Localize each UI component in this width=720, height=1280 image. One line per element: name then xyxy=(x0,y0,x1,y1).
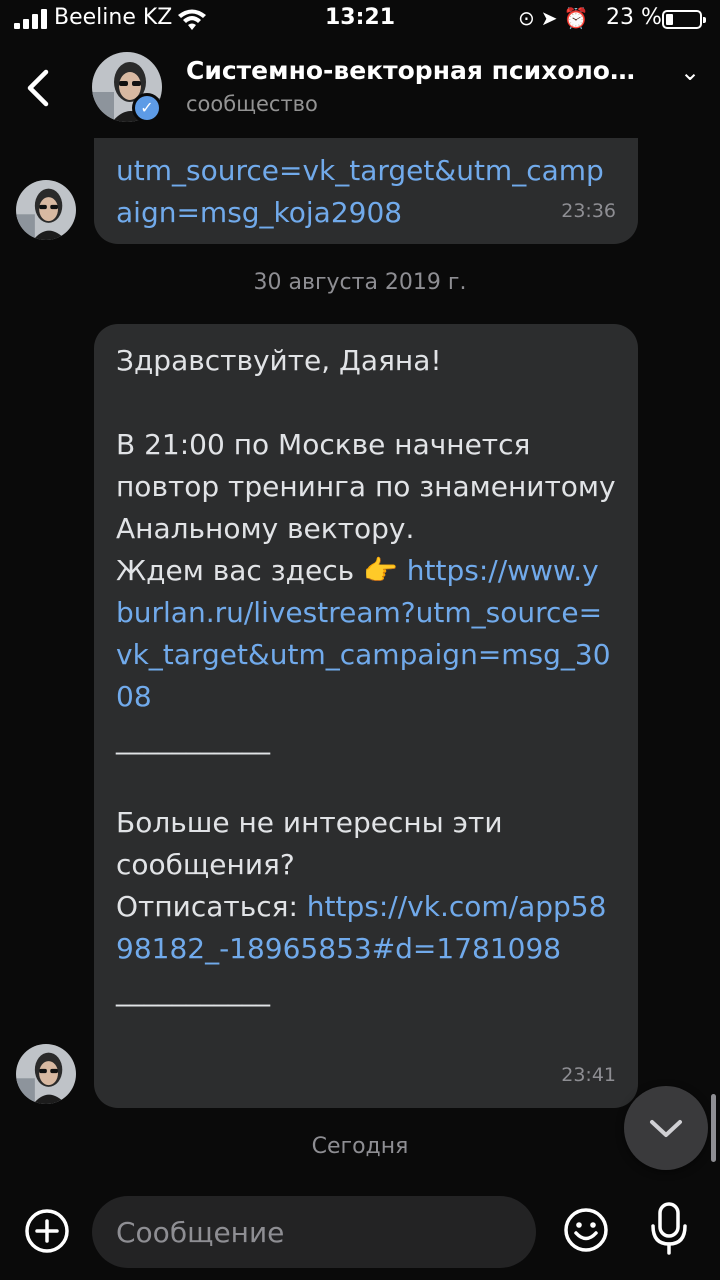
battery-level xyxy=(666,14,673,25)
battery-icon xyxy=(662,10,706,29)
date-separator: 30 августа 2019 г. xyxy=(253,270,467,295)
message-divider: ___________ xyxy=(116,974,270,1007)
message-link[interactable]: utm_source=vk_target&utm_campaign=msg_ko… xyxy=(116,154,604,229)
message-time: 23:41 xyxy=(561,1064,616,1086)
status-bar: Beeline KZ 13:21 ⊙➤⏰ 23 % xyxy=(0,0,720,40)
date-separator: Сегодня xyxy=(311,1134,409,1159)
unsubscribe-label: Отписаться: xyxy=(116,890,298,923)
unsubscribe-line: Отписаться: https://vk.com/app5898182_-1… xyxy=(116,886,616,970)
chat-title[interactable]: Системно-векторная психоло… xyxy=(186,56,672,85)
attach-plus-icon[interactable] xyxy=(24,1208,70,1254)
rotation-lock-icon: ⊙ xyxy=(518,6,541,30)
message-bubble[interactable]: Здравствуйте, Даяна! В 21:00 по Москве н… xyxy=(94,324,638,1108)
microphone-icon[interactable] xyxy=(650,1202,688,1256)
sender-avatar[interactable] xyxy=(16,180,76,240)
chat-header: ✓ Системно-векторная психоло… сообщество… xyxy=(0,40,720,138)
status-icons: ⊙➤⏰ xyxy=(518,6,594,30)
message-divider: ___________ xyxy=(116,722,270,755)
message-input[interactable] xyxy=(92,1196,536,1268)
message-text: utm_source=vk_target&utm_campaign=msg_ko… xyxy=(116,150,616,234)
message-body: В 21:00 по Москве начнется повтор тренин… xyxy=(116,428,616,545)
message-invite: Ждем вас здесь 👉 https://www.yburlan.ru/… xyxy=(116,550,616,718)
chevron-down-icon[interactable]: ⌄ xyxy=(680,58,700,86)
alarm-icon: ⏰ xyxy=(563,6,595,30)
battery-percent: 23 % xyxy=(606,5,662,30)
message-composer xyxy=(0,1190,720,1280)
emoji-icon[interactable] xyxy=(562,1206,610,1254)
back-arrow-icon[interactable] xyxy=(18,66,58,110)
sender-avatar[interactable] xyxy=(16,1044,76,1104)
scroll-down-button[interactable] xyxy=(624,1086,708,1170)
message-greeting: Здравствуйте, Даяна! xyxy=(116,344,442,377)
verified-check-icon: ✓ xyxy=(132,93,162,123)
chevron-down-icon xyxy=(650,1120,682,1137)
location-icon: ➤ xyxy=(540,6,564,30)
invite-text: Ждем вас здесь 👉 xyxy=(116,554,398,587)
chat-subtitle: сообщество xyxy=(186,92,318,116)
unsubscribe-question: Больше не интересны эти сообщения? xyxy=(116,806,503,881)
scrollbar[interactable] xyxy=(711,1094,716,1162)
message-time: 23:36 xyxy=(561,200,616,222)
